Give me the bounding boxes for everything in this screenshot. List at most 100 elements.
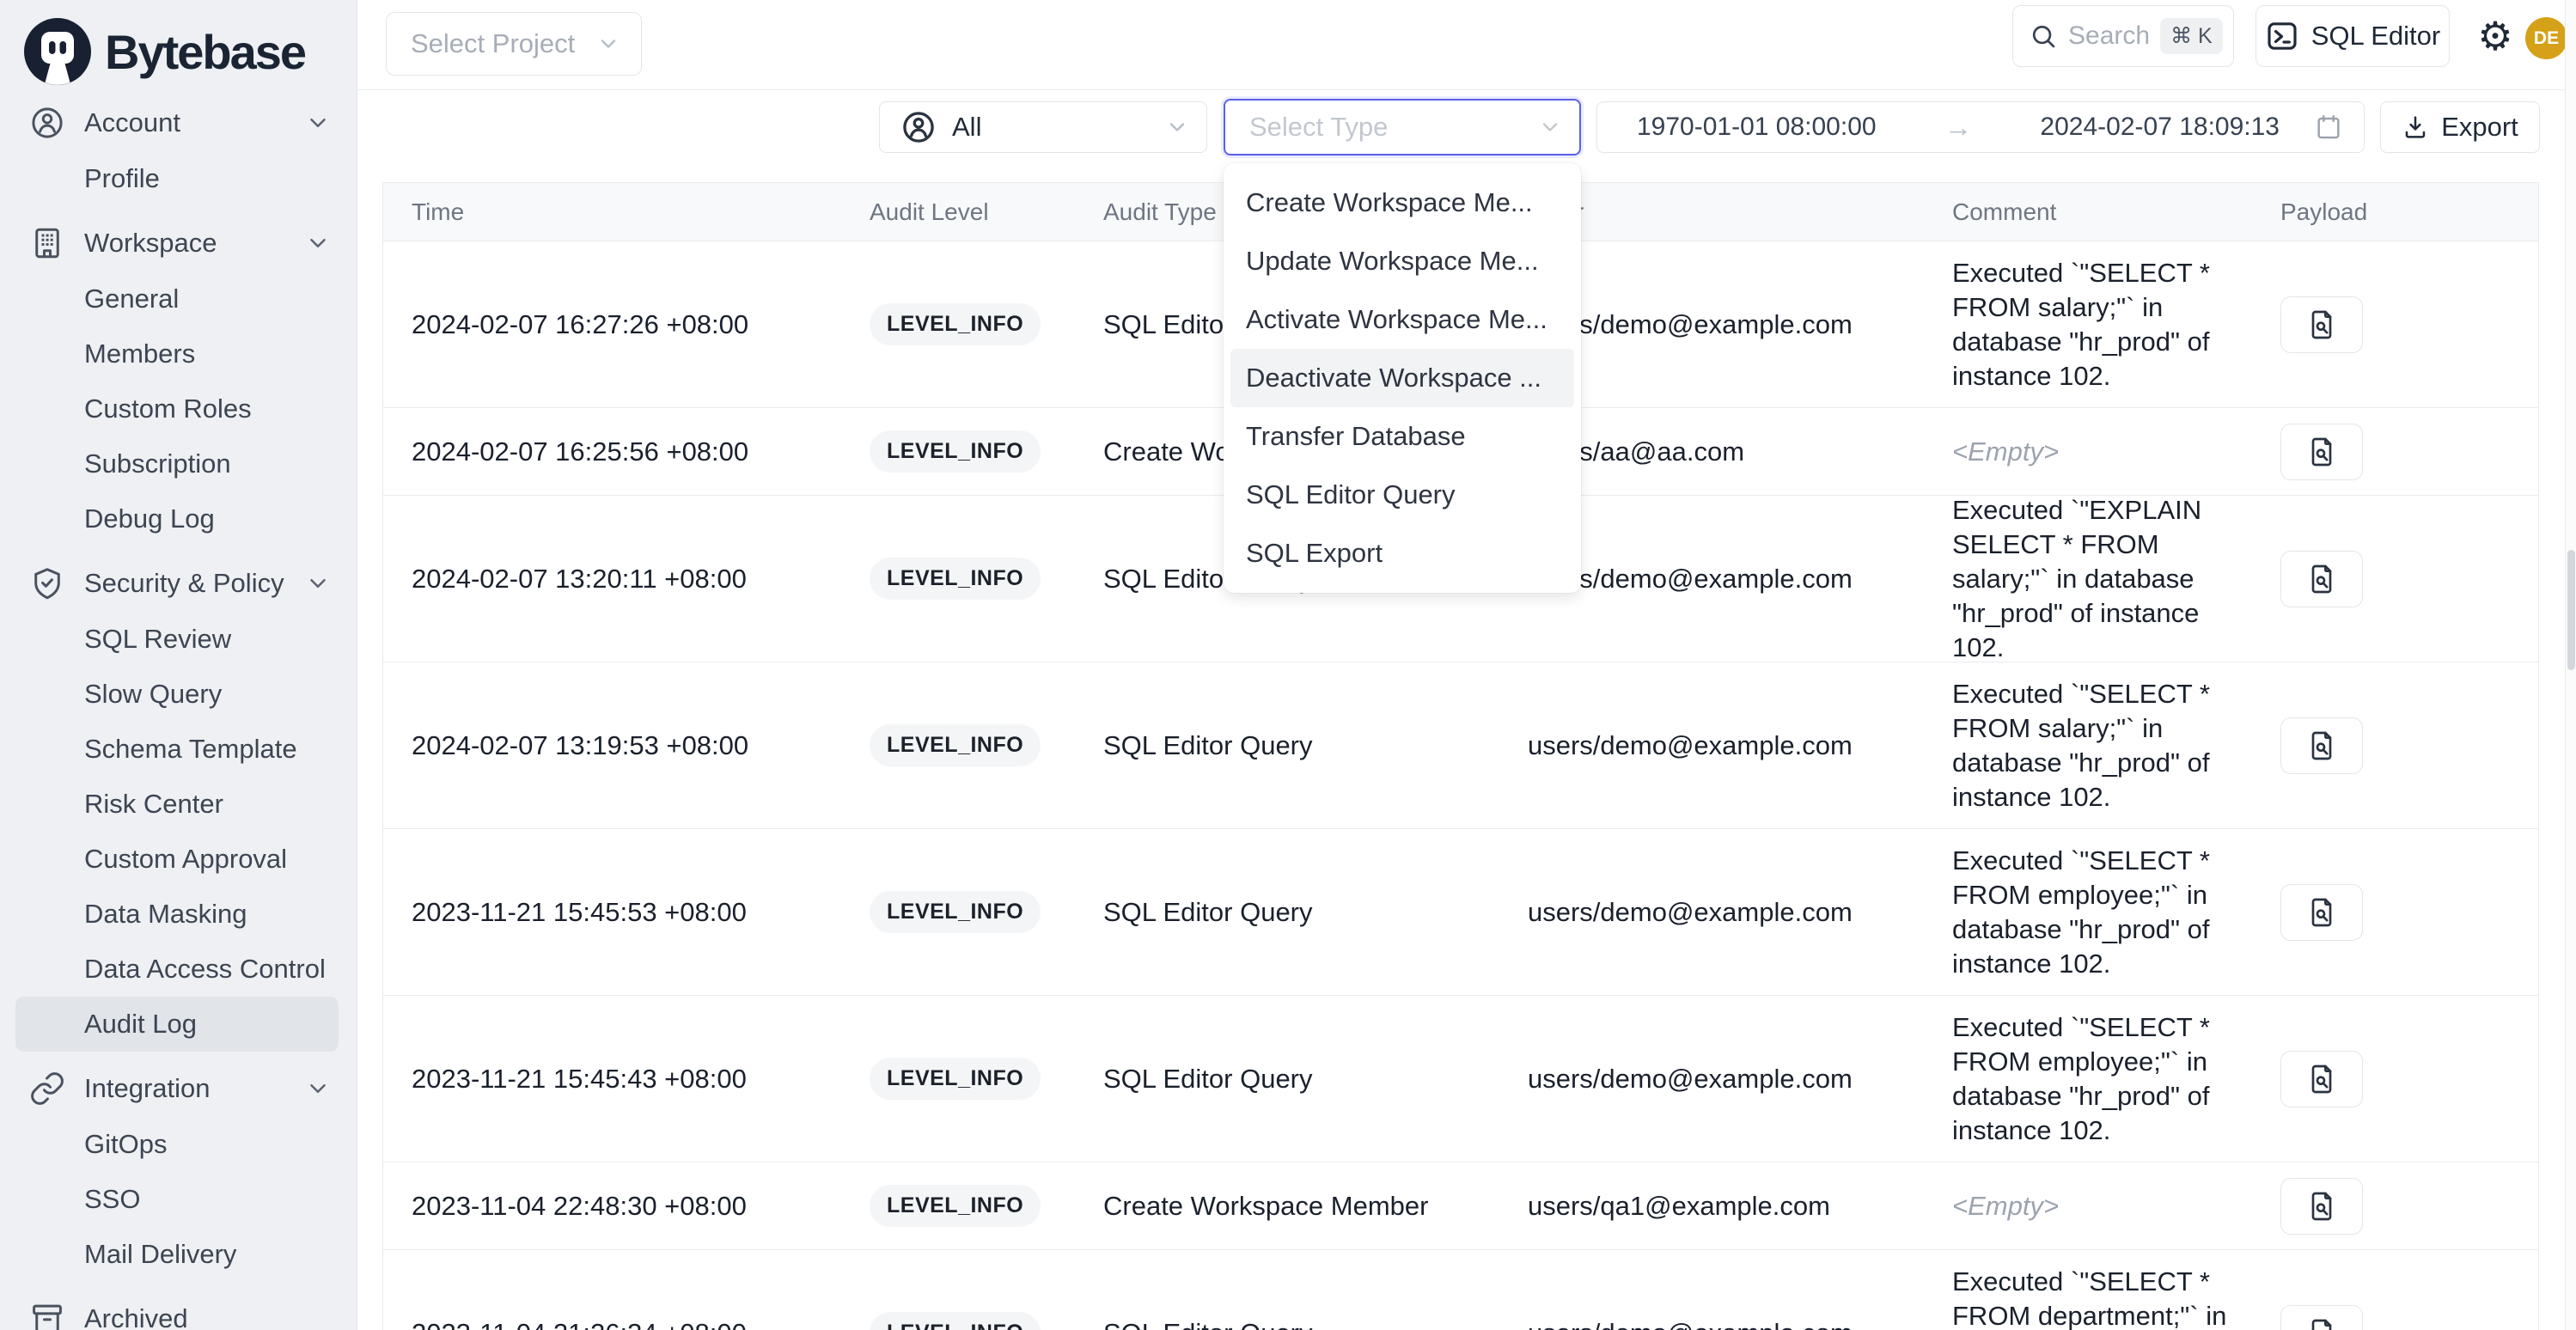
topbar: Select Project Search ⌘ K SQL Editor ⚙ D… [357, 0, 2576, 90]
sidebar-item-risk-center[interactable]: Risk Center [0, 777, 357, 832]
search-shortcut-badge: ⌘ K [2160, 18, 2223, 54]
gear-icon[interactable]: ⚙ [2469, 10, 2521, 62]
cell-audit-type: SQL Editor Query [1103, 730, 1528, 761]
audit-level-badge: LEVEL_INFO [870, 1312, 1041, 1330]
sidebar-item-schema-template[interactable]: Schema Template [0, 722, 357, 777]
cell-comment: Executed `"SELECT * FROM employee;"` in … [1952, 1010, 2244, 1148]
sidebar-item-slow-query[interactable]: Slow Query [0, 667, 357, 722]
sidebar-item-subscription[interactable]: Subscription [0, 436, 357, 491]
sidebar-item-profile[interactable]: Profile [0, 151, 357, 206]
menu-item-activate-workspace-member[interactable]: Activate Workspace Me... [1224, 290, 1581, 349]
item-label: Profile [84, 163, 160, 194]
cell-time: 2024-02-07 16:27:26 +08:00 [383, 309, 870, 340]
sql-editor-label: SQL Editor [2311, 21, 2440, 52]
building-icon [29, 225, 65, 261]
sidebar-item-custom-roles[interactable]: Custom Roles [0, 381, 357, 436]
calendar-icon [2314, 113, 2343, 142]
chevron-down-icon [305, 230, 331, 256]
menu-item-update-workspace-member[interactable]: Update Workspace Me... [1224, 232, 1581, 290]
table-row: 2023-11-21 15:45:53 +08:00 LEVEL_INFO SQ… [383, 829, 2538, 996]
sidebar-item-audit-log[interactable]: Audit Log [15, 997, 339, 1052]
cell-audit-type: SQL Editor Query [1103, 1318, 1528, 1330]
project-select[interactable]: Select Project [386, 12, 642, 76]
payload-view-button[interactable] [2280, 1051, 2363, 1107]
sidebar-item-sso[interactable]: SSO [0, 1172, 357, 1227]
sidebar: Bytebase Account Profile [0, 0, 357, 1330]
scrollbar-thumb[interactable] [2567, 550, 2575, 670]
chevron-down-icon [1538, 115, 1562, 139]
menu-item-deactivate-workspace-member[interactable]: Deactivate Workspace ... [1230, 349, 1574, 407]
chevron-down-icon [1165, 115, 1189, 139]
sidebar-item-custom-approval[interactable]: Custom Approval [0, 832, 357, 887]
bytebase-app: Bytebase Account Profile [0, 0, 2576, 1330]
payload-view-button[interactable] [2280, 884, 2363, 941]
sidebar-item-data-masking[interactable]: Data Masking [0, 887, 357, 942]
payload-view-button[interactable] [2280, 1305, 2363, 1330]
audit-level-badge: LEVEL_INFO [870, 558, 1041, 600]
section-label: Integration [84, 1073, 305, 1104]
cell-time: 2023-11-04 22:48:30 +08:00 [383, 1191, 870, 1222]
cell-actor: users/demo@example.com [1528, 1064, 1952, 1095]
sidebar-section-workspace[interactable]: Workspace [0, 215, 357, 271]
sidebar-section-archived[interactable]: Archived [0, 1290, 357, 1330]
item-label: SQL Review [84, 624, 231, 655]
chevron-down-icon [305, 1076, 331, 1101]
sidebar-section-integration[interactable]: Integration [0, 1060, 357, 1117]
sidebar-item-mail-delivery[interactable]: Mail Delivery [0, 1227, 357, 1282]
search-icon [2029, 21, 2058, 51]
file-search-icon [2304, 1062, 2339, 1096]
payload-view-button[interactable] [2280, 1178, 2363, 1235]
audit-level-badge: LEVEL_INFO [870, 1058, 1041, 1100]
sidebar-section-account[interactable]: Account [0, 95, 357, 151]
table-row: 2023-11-21 15:45:43 +08:00 LEVEL_INFO SQ… [383, 996, 2538, 1162]
sidebar-section-security-policy[interactable]: Security & Policy [0, 555, 357, 612]
search-input[interactable]: Search ⌘ K [2012, 5, 2234, 67]
sidebar-item-data-access-control[interactable]: Data Access Control [0, 942, 357, 997]
sidebar-item-sql-review[interactable]: SQL Review [0, 612, 357, 667]
brand-logo[interactable]: Bytebase [0, 0, 357, 89]
menu-item-sql-export[interactable]: SQL Export [1224, 524, 1581, 583]
column-header-payload: Payload [2280, 198, 2478, 226]
brand-name: Bytebase [105, 24, 305, 80]
sidebar-item-general[interactable]: General [0, 271, 357, 326]
item-label: General [84, 284, 179, 314]
archive-icon [29, 1301, 65, 1330]
user-circle-icon [29, 105, 65, 141]
section-label: Archived [84, 1303, 331, 1330]
payload-view-button[interactable] [2280, 551, 2363, 607]
actor-filter-select[interactable]: All [879, 101, 1207, 153]
date-range-picker[interactable]: 1970-01-01 08:00:00 → 2024-02-07 18:09:1… [1596, 101, 2365, 153]
item-label: GitOps [84, 1129, 167, 1160]
menu-item-create-workspace-member[interactable]: Create Workspace Me... [1224, 174, 1581, 232]
cell-time: 2023-11-04 21:26:34 +08:00 [383, 1318, 870, 1330]
payload-view-button[interactable] [2280, 424, 2363, 480]
vertical-scrollbar[interactable] [2565, 0, 2576, 1330]
column-header-time: Time [383, 198, 870, 226]
item-label: Custom Roles [84, 394, 252, 424]
cell-time: 2024-02-07 13:19:53 +08:00 [383, 730, 870, 761]
date-range-end: 2024-02-07 18:09:13 [2040, 113, 2280, 142]
sql-editor-button[interactable]: SQL Editor [2256, 5, 2450, 67]
item-label: Slow Query [84, 679, 222, 710]
payload-view-button[interactable] [2280, 296, 2363, 353]
menu-item-transfer-database[interactable]: Transfer Database [1224, 407, 1581, 466]
sidebar-item-debug-log[interactable]: Debug Log [0, 491, 357, 546]
payload-view-button[interactable] [2280, 717, 2363, 774]
sidebar-item-gitops[interactable]: GitOps [0, 1117, 357, 1172]
file-search-icon [2304, 308, 2339, 342]
item-label: Data Access Control [84, 954, 326, 985]
cell-actor: users/demo@example.com [1528, 897, 1952, 928]
avatar[interactable]: DE [2525, 17, 2567, 59]
file-search-icon [2304, 562, 2339, 596]
sidebar-item-members[interactable]: Members [0, 326, 357, 381]
item-label: Debug Log [84, 503, 215, 534]
arrow-right-icon: → [1877, 112, 2041, 143]
file-search-icon [2304, 729, 2339, 763]
type-filter-select[interactable]: Select Type [1224, 99, 1581, 156]
chevron-down-icon [596, 32, 620, 56]
search-placeholder: Search [2068, 21, 2150, 51]
menu-item-sql-editor-query[interactable]: SQL Editor Query [1224, 466, 1581, 524]
table-row: 2023-11-04 22:48:30 +08:00 LEVEL_INFO Cr… [383, 1162, 2538, 1250]
export-button[interactable]: Export [2380, 101, 2540, 153]
bytebase-logo-icon [24, 18, 91, 85]
